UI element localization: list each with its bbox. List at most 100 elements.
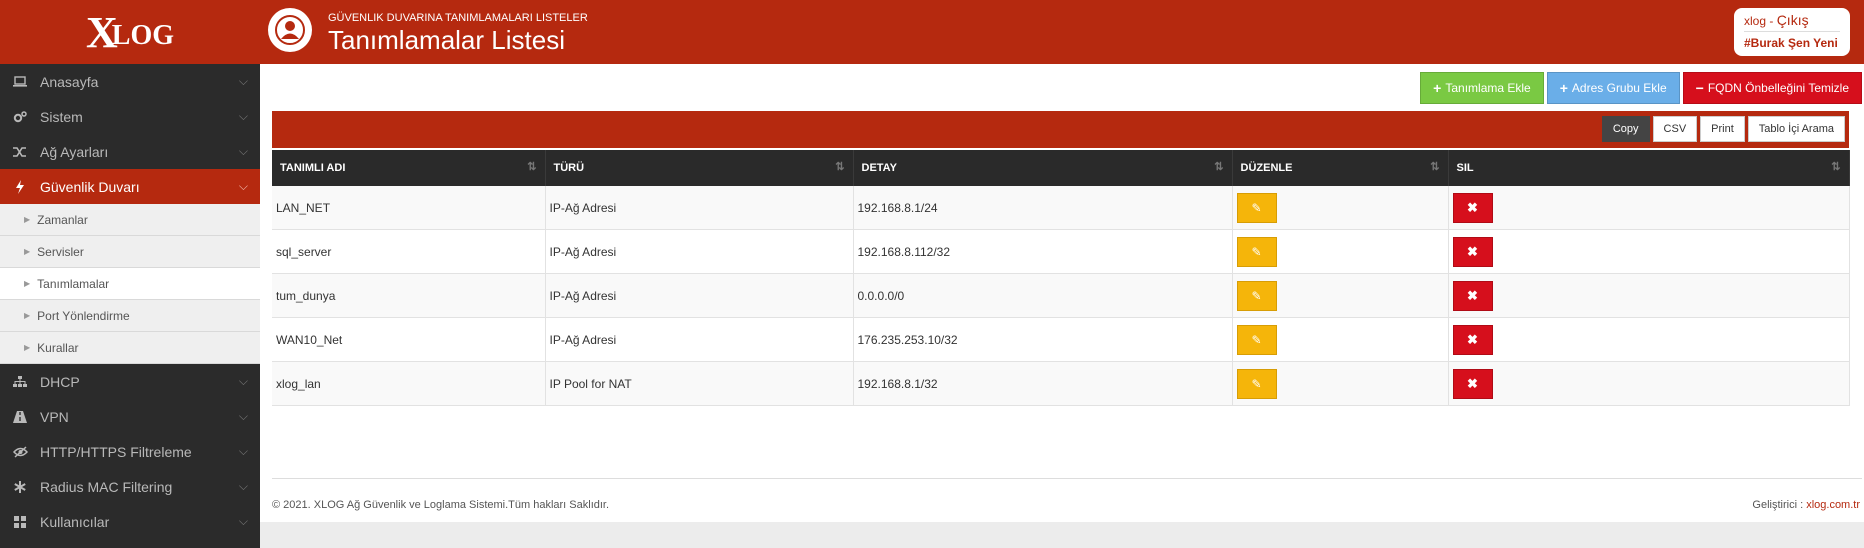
sidebar-item-guvenlik-duvari[interactable]: Güvenlik Duvarı ⌵ — [0, 169, 260, 204]
table-row: sql_server IP-Ağ Adresi 192.168.8.112/32… — [272, 229, 1850, 274]
column-header-label: SIL — [1456, 162, 1474, 174]
sidebar-item-ag-ayarlari[interactable]: Ağ Ayarları ⌵ — [0, 134, 260, 169]
edit-button[interactable]: ✎ — [1236, 368, 1277, 399]
sidebar-subitem-label: Kurallar — [37, 340, 79, 355]
sidebar-subitem-kurallar[interactable]: ▶ Kurallar — [0, 332, 260, 364]
print-button[interactable]: Print — [1700, 116, 1745, 142]
chevron-down-icon: ⌵ — [238, 109, 248, 123]
developer-label: Geliştirici : — [1752, 499, 1807, 511]
add-definition-label: Tanımlama Ekle — [1445, 81, 1531, 95]
sort-icon: ⇅ — [527, 161, 537, 173]
edit-icon: ✎ — [1251, 288, 1262, 303]
sidebar-item-anasayfa[interactable]: Anasayfa ⌵ — [0, 64, 260, 99]
cell-edit: ✎ — [1232, 361, 1449, 406]
sidebar-subitem-label: Zamanlar — [37, 212, 88, 227]
shuffle-icon — [12, 145, 28, 159]
sidebar-item-kullanicilar[interactable]: Kullanıcılar ⌵ — [0, 504, 260, 539]
top-bar: X LOG GÜVENLIK DUVARINA TANIMLAMALARI LIS… — [0, 0, 1864, 64]
column-header-detail[interactable]: DETAY ⇅ — [853, 150, 1233, 186]
column-header-type[interactable]: TÜRÜ ⇅ — [545, 150, 854, 186]
sidebar-item-vpn[interactable]: VPN ⌵ — [0, 399, 260, 434]
edit-icon: ✎ — [1251, 200, 1262, 215]
definitions-table: TANIMLI ADI ⇅ TÜRÜ ⇅ DETAY ⇅ DÜZENLE ⇅ SIL ⇅ … — [272, 150, 1850, 406]
logout-link[interactable]: Çıkış — [1777, 12, 1809, 28]
chevron-down-icon: ⌵ — [238, 479, 248, 493]
sidebar-subitem-label: Tanımlamalar — [37, 276, 110, 291]
column-header-label: DETAY — [861, 162, 897, 174]
cell-type: IP Pool for NAT — [545, 361, 854, 406]
close-icon: ✖ — [1467, 199, 1478, 215]
edit-icon: ✎ — [1251, 332, 1262, 347]
edit-button[interactable]: ✎ — [1236, 236, 1277, 267]
caret-right-icon: ▶ — [24, 247, 31, 256]
sidebar-subitem-label: Servisler — [37, 244, 84, 259]
cell-name: WAN10_Net — [272, 317, 546, 362]
delete-button[interactable]: ✖ — [1452, 368, 1493, 399]
cell-delete: ✖ — [1448, 317, 1850, 362]
sidebar-item-label: Güvenlik Duvarı — [40, 178, 140, 195]
column-header-edit[interactable]: DÜZENLE ⇅ — [1232, 150, 1449, 186]
cell-name: tum_dunya — [272, 273, 546, 318]
copy-button[interactable]: Copy — [1601, 116, 1650, 142]
cell-delete: ✖ — [1448, 273, 1850, 318]
delete-button[interactable]: ✖ — [1452, 280, 1493, 311]
cell-edit: ✎ — [1232, 273, 1449, 318]
cell-detail: 192.168.8.112/32 — [853, 229, 1233, 274]
sidebar-item-label: VPN — [40, 408, 69, 425]
edit-button[interactable]: ✎ — [1236, 324, 1277, 355]
cell-name: LAN_NET — [272, 186, 546, 230]
cell-name: xlog_lan — [272, 361, 546, 406]
xlog-logo[interactable]: X LOG — [0, 0, 260, 64]
cell-detail: 192.168.8.1/24 — [853, 186, 1233, 230]
cell-type: IP-Ağ Adresi — [545, 229, 854, 274]
table-row: WAN10_Net IP-Ağ Adresi 176.235.253.10/32… — [272, 317, 1850, 362]
sidebar-subitem-servisler[interactable]: ▶ Servisler — [0, 236, 260, 268]
table-row: LAN_NET IP-Ağ Adresi 192.168.8.1/24 ✎ ✖ — [272, 186, 1850, 230]
page-subtitle: GÜVENLIK DUVARINA TANIMLAMALARI LISTELER — [328, 12, 588, 24]
caret-right-icon: ▶ — [24, 215, 31, 224]
delete-button[interactable]: ✖ — [1452, 192, 1493, 223]
page-title: Tanımlamalar Listesi — [328, 25, 565, 55]
sidebar-item-sistem[interactable]: Sistem ⌵ — [0, 99, 260, 134]
sidebar-item-label: Kullanıcılar — [40, 513, 110, 530]
caret-right-icon: ▶ — [24, 279, 31, 288]
delete-button[interactable]: ✖ — [1452, 324, 1493, 355]
edit-button[interactable]: ✎ — [1236, 192, 1277, 223]
asterisk-icon — [12, 480, 28, 494]
laptop-icon — [12, 75, 28, 89]
add-address-group-button[interactable]: + Adres Grubu Ekle — [1546, 72, 1680, 104]
grid-icon — [12, 515, 28, 529]
copyright-text: © 2021. XLOG Ağ Güvenlik ve Loglama Sist… — [272, 499, 610, 511]
chevron-down-icon: ⌵ — [238, 444, 248, 458]
cell-name: sql_server — [272, 229, 546, 274]
sidebar-item-label: DHCP — [40, 373, 80, 390]
chevron-down-icon: ⌵ — [238, 514, 248, 528]
column-header-name[interactable]: TANIMLI ADI ⇅ — [272, 150, 546, 186]
sidebar-item-radius-mac[interactable]: Radius MAC Filtering ⌵ — [0, 469, 260, 504]
sidebar-subitem-port-yonlendirme[interactable]: ▶ Port Yönlendirme — [0, 300, 260, 332]
footer-divider — [272, 478, 1862, 479]
sidebar-subitem-tanimlamalar[interactable]: ▶ Tanımlamalar — [0, 268, 260, 300]
minus-icon: − — [1695, 80, 1704, 96]
cell-detail: 192.168.8.1/32 — [853, 361, 1233, 406]
chevron-down-icon: ⌵ — [238, 409, 248, 423]
sitemap-icon — [12, 375, 28, 389]
edit-button[interactable]: ✎ — [1236, 280, 1277, 311]
add-definition-button[interactable]: + Tanımlama Ekle — [1420, 72, 1544, 104]
add-address-group-label: Adres Grubu Ekle — [1571, 81, 1667, 95]
clear-fqdn-cache-button[interactable]: − FQDN Önbelleğini Temizle — [1682, 72, 1862, 104]
edit-icon: ✎ — [1251, 376, 1262, 391]
chevron-down-icon: ⌵ — [238, 144, 248, 158]
sort-icon: ⇅ — [1430, 161, 1440, 173]
sidebar-subitem-zamanlar[interactable]: ▶ Zamanlar — [0, 204, 260, 236]
table-search-button[interactable]: Tablo İçi Arama — [1747, 116, 1845, 142]
column-header-delete[interactable]: SIL ⇅ — [1448, 150, 1850, 186]
sidebar-item-http-filtreleme[interactable]: HTTP/HTTPS Filtreleme ⌵ — [0, 434, 260, 469]
developer-link[interactable]: xlog.com.tr — [1806, 499, 1860, 511]
delete-button[interactable]: ✖ — [1452, 236, 1493, 267]
app-name: xlog - — [1744, 14, 1777, 28]
csv-button[interactable]: CSV — [1652, 116, 1698, 142]
sidebar-item-label: HTTP/HTTPS Filtreleme — [40, 443, 192, 460]
plus-icon: + — [1433, 80, 1442, 96]
sidebar-item-dhcp[interactable]: DHCP ⌵ — [0, 364, 260, 399]
